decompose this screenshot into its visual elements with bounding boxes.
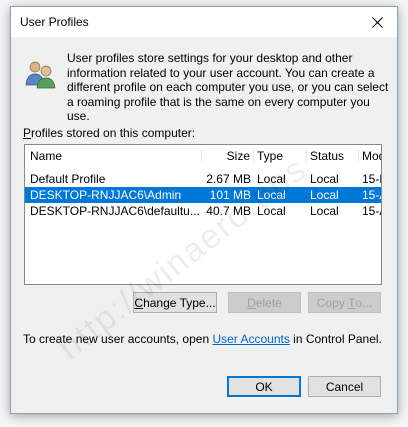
table-row[interactable]: DESKTOP-RNJJAC6\defaultu... 40.7 MB Loca… xyxy=(25,203,381,219)
profiles-label: Profiles stored on this computer: xyxy=(23,126,195,140)
copy-to-accel: T xyxy=(348,295,356,310)
row-modified: 15-F... xyxy=(362,172,381,186)
table-row[interactable]: DESKTOP-RNJJAC6\Admin 101 MB Local Local… xyxy=(25,187,381,203)
user-accounts-link[interactable]: User Accounts xyxy=(212,332,289,346)
list-header: Name Size Type Status Mod... xyxy=(25,148,381,166)
row-status: Local xyxy=(310,204,339,218)
delete-button[interactable]: Delete xyxy=(228,292,301,313)
row-type: Local xyxy=(257,188,286,202)
ok-button[interactable]: OK xyxy=(227,376,301,397)
create-accounts-prefix: To create new user accounts, open xyxy=(23,332,213,346)
column-header-size[interactable]: Size xyxy=(202,149,254,163)
row-modified: 15-A... xyxy=(362,188,381,202)
row-size: 101 MB xyxy=(209,188,251,202)
column-header-modified[interactable]: Mod... xyxy=(359,149,381,163)
delete-label: elete xyxy=(255,295,282,310)
close-button[interactable] xyxy=(357,7,397,37)
create-accounts-text: To create new user accounts, open User A… xyxy=(23,332,382,346)
row-size: 40.7 MB xyxy=(206,204,251,218)
row-size: 2.67 MB xyxy=(206,172,251,186)
column-header-type[interactable]: Type xyxy=(254,149,307,163)
profiles-label-accel: P xyxy=(23,126,32,140)
title-bar: User Profiles xyxy=(11,7,397,37)
row-name: Default Profile xyxy=(30,172,106,186)
row-status: Local xyxy=(310,188,339,202)
profiles-list[interactable]: Name Size Type Status Mod... Default Pro… xyxy=(24,144,382,285)
column-header-status[interactable]: Status xyxy=(307,149,359,163)
row-modified: 15-A... xyxy=(362,204,381,218)
change-type-label: hange Type... xyxy=(143,295,216,310)
users-icon xyxy=(25,61,56,89)
row-name: DESKTOP-RNJJAC6\defaultu... xyxy=(30,204,200,218)
row-name: DESKTOP-RNJJAC6\Admin xyxy=(30,188,182,202)
table-row[interactable]: Default Profile 2.67 MB Local Local 15-F… xyxy=(25,171,381,187)
change-type-button[interactable]: Change Type... xyxy=(133,292,217,313)
window-title: User Profiles xyxy=(20,15,89,29)
close-icon xyxy=(371,16,383,28)
user-profiles-dialog: User Profiles User profiles store settin… xyxy=(10,6,398,414)
row-status: Local xyxy=(310,172,339,186)
column-header-name[interactable]: Name xyxy=(27,149,202,163)
row-type: Local xyxy=(257,204,286,218)
row-type: Local xyxy=(257,172,286,186)
profiles-label-rest: rofiles stored on this computer: xyxy=(31,126,196,140)
change-type-accel: C xyxy=(134,295,144,310)
copy-to-pre: Copy xyxy=(316,295,349,310)
copy-to-label: o... xyxy=(355,295,373,310)
copy-to-button[interactable]: Copy To... xyxy=(308,292,381,313)
cancel-button[interactable]: Cancel xyxy=(308,376,381,397)
delete-accel: D xyxy=(247,295,256,310)
create-accounts-suffix: in Control Panel. xyxy=(289,332,382,346)
description-text: User profiles store settings for your de… xyxy=(67,51,389,123)
